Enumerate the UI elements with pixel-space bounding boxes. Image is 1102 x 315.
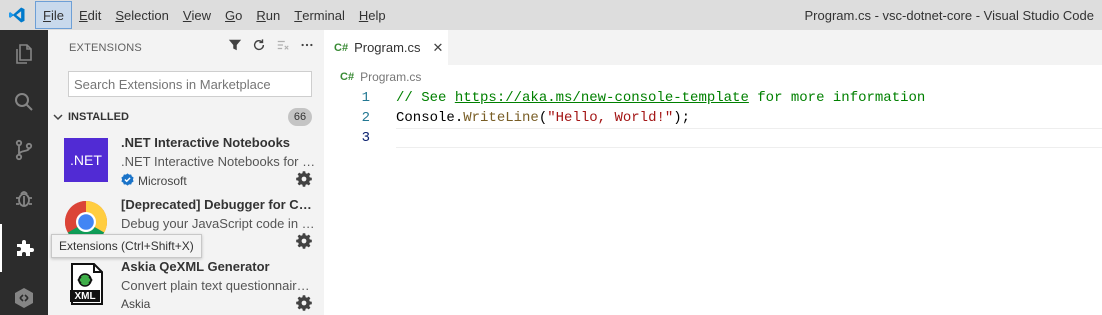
line-number: 2 bbox=[361, 110, 370, 126]
installed-section-header[interactable]: INSTALLED 66 bbox=[48, 106, 324, 128]
menu-run[interactable]: Run bbox=[249, 0, 287, 30]
code-line: 1 // See https://aka.ms/new-console-temp… bbox=[324, 88, 1102, 108]
manage-gear-icon[interactable] bbox=[296, 295, 312, 314]
dotnet-logo-icon: .NET bbox=[64, 138, 108, 182]
chevron-down-icon bbox=[48, 112, 68, 122]
paren-open-token: ( bbox=[538, 110, 548, 126]
paren-close-token: ); bbox=[673, 110, 691, 126]
extension-name: [Deprecated] Debugger for Chrome bbox=[121, 197, 316, 212]
menu-terminal[interactable]: Terminal bbox=[287, 0, 352, 30]
installed-count-badge: 66 bbox=[288, 108, 312, 126]
code-editor[interactable]: 1 // See https://aka.ms/new-console-temp… bbox=[324, 88, 1102, 148]
menu-help[interactable]: Help bbox=[352, 0, 393, 30]
extension-description: Debug your JavaScript code in the Chrome… bbox=[121, 216, 316, 231]
vscode-logo-icon bbox=[0, 0, 34, 30]
menu-go[interactable]: Go bbox=[218, 0, 249, 30]
string-token: "Hello, World!" bbox=[547, 110, 674, 126]
extension-publisher: Askia bbox=[121, 297, 150, 311]
installed-section-label: INSTALLED bbox=[68, 111, 129, 123]
source-control-icon[interactable] bbox=[0, 126, 48, 174]
manage-gear-icon[interactable] bbox=[296, 171, 312, 190]
extensions-tooltip: Extensions (Ctrl+Shift+X) bbox=[51, 234, 202, 258]
csharp-file-icon: C# bbox=[340, 71, 355, 83]
breadcrumb-file[interactable]: Program.cs bbox=[360, 70, 421, 84]
code-line: 2 Console.WriteLine("Hello, World!"); bbox=[324, 108, 1102, 128]
extensions-sidebar: EXTENSIONS INSTALLED 66 .NET .NET Intera… bbox=[48, 30, 324, 315]
menu-edit[interactable]: Edit bbox=[72, 0, 108, 30]
remote-icon[interactable] bbox=[0, 274, 48, 315]
filter-icon[interactable] bbox=[228, 38, 242, 55]
extension-item-askia-qexml[interactable]: XML Askia QeXML Generator Convert plain … bbox=[48, 254, 324, 315]
extension-publisher: Microsoft bbox=[121, 173, 187, 189]
line-content: Console.WriteLine("Hello, World!"); bbox=[396, 110, 690, 126]
comment-prefix: // See bbox=[396, 90, 455, 106]
dotnet-logo-text: .NET bbox=[70, 152, 102, 168]
code-line-current: 3 bbox=[324, 128, 1102, 148]
window-title: Program.cs - vsc-dotnet-core - Visual St… bbox=[804, 7, 1095, 23]
xml-file-icon: XML bbox=[64, 262, 108, 306]
line-number: 1 bbox=[361, 90, 370, 106]
extension-item-dotnet-interactive[interactable]: .NET .NET Interactive Notebooks .NET Int… bbox=[48, 130, 324, 192]
tab-label: Program.cs bbox=[354, 40, 421, 55]
line-content: // See https://aka.ms/new-console-templa… bbox=[396, 90, 925, 106]
current-line-highlight bbox=[396, 128, 1102, 148]
menu-selection[interactable]: Selection bbox=[108, 0, 175, 30]
sidebar-actions bbox=[228, 38, 314, 55]
activity-bar bbox=[0, 30, 48, 315]
extension-description: .NET Interactive Notebooks for .NET bbox=[121, 154, 316, 169]
publisher-name: Microsoft bbox=[138, 174, 187, 188]
tab-strip: C# Program.cs ✕ bbox=[324, 30, 1102, 65]
comment-link[interactable]: https://aka.ms/new-console-template bbox=[455, 90, 749, 106]
method-token: WriteLine bbox=[463, 110, 539, 126]
extension-name: .NET Interactive Notebooks bbox=[121, 135, 291, 150]
search-icon[interactable] bbox=[0, 78, 48, 126]
menu-bar: File Edit Selection View Go Run Terminal… bbox=[34, 0, 393, 30]
close-icon[interactable]: ✕ bbox=[433, 40, 444, 56]
class-token: Console bbox=[396, 110, 455, 126]
line-number: 3 bbox=[361, 130, 370, 146]
comment-suffix: for more information bbox=[748, 90, 926, 106]
xml-icon-label: XML bbox=[74, 291, 96, 302]
tab-program-cs[interactable]: C# Program.cs ✕ bbox=[324, 30, 448, 65]
clear-extensions-search-icon[interactable] bbox=[276, 38, 290, 55]
publisher-name: Askia bbox=[121, 297, 151, 311]
title-bar: File Edit Selection View Go Run Terminal… bbox=[0, 0, 1102, 30]
explorer-icon[interactable] bbox=[0, 30, 48, 78]
editor-area: C# Program.cs ✕ C# Program.cs 1 // See h… bbox=[324, 30, 1102, 315]
manage-gear-icon[interactable] bbox=[296, 233, 312, 252]
extensions-search-input[interactable] bbox=[68, 71, 312, 97]
extension-name: Askia QeXML Generator bbox=[121, 259, 270, 274]
refresh-icon[interactable] bbox=[252, 38, 266, 55]
menu-view[interactable]: View bbox=[176, 0, 218, 30]
more-actions-icon[interactable] bbox=[300, 38, 314, 55]
extensions-icon[interactable] bbox=[0, 224, 48, 272]
breadcrumb[interactable]: C# Program.cs bbox=[340, 68, 421, 86]
extension-description: Convert plain text questionnaire to QeXM… bbox=[121, 278, 316, 293]
verified-publisher-icon bbox=[121, 173, 134, 189]
dot-token: . bbox=[454, 110, 464, 126]
menu-file[interactable]: File bbox=[35, 1, 72, 29]
csharp-file-icon: C# bbox=[334, 41, 349, 54]
run-debug-icon[interactable] bbox=[0, 174, 48, 222]
